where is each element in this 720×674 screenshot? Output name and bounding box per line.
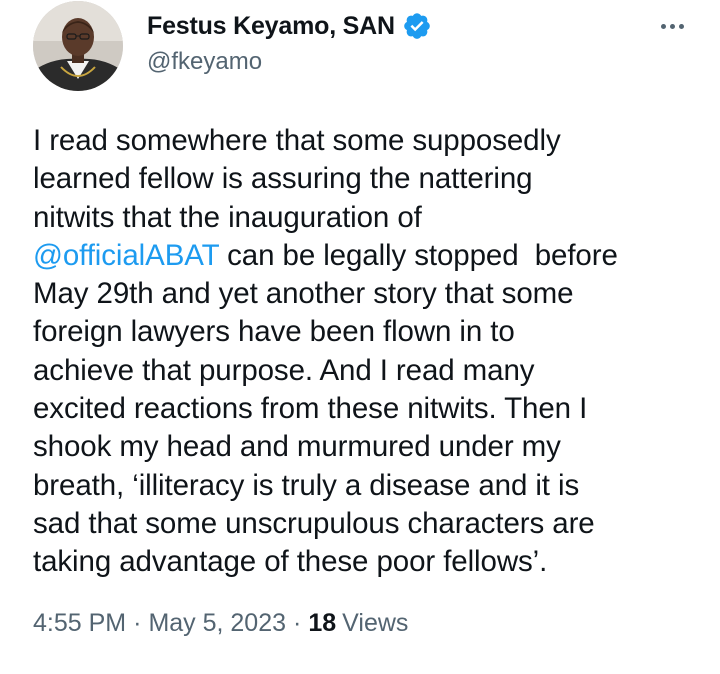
tweet-text-line: shook my head and murmured under my (33, 428, 703, 466)
dot (669, 23, 675, 29)
tweet-text-line: breath, ‘illiteracy is truly a disease a… (33, 467, 703, 505)
tweet-time[interactable]: 4:55 PM (33, 609, 126, 638)
tweet-text-segment: can be legally stopped before (219, 238, 618, 272)
tweet-text-segment: excited reactions from these nitwits. Th… (33, 392, 588, 426)
tweet-text-line: taking advantage of these poor fellows’. (33, 543, 703, 581)
author-name-row: Festus Keyamo, SAN (147, 9, 432, 43)
tweet-text-segment: May 29th and yet another story that some (33, 277, 574, 311)
tweet-text-segment: breath, ‘illiteracy is truly a disease a… (33, 468, 580, 502)
verified-badge-icon[interactable] (402, 11, 432, 41)
tweet-text: I read somewhere that some supposedly lea… (33, 122, 703, 582)
tweet-text-segment: sad that some unscrupulous characters ar… (33, 506, 595, 540)
author-handle[interactable]: @fkeyamo (147, 48, 262, 76)
tweet-card: Festus Keyamo, SAN @fkeyamo I read somew… (0, 0, 720, 674)
tweet-text-line: sad that some unscrupulous characters ar… (33, 505, 703, 543)
tweet-text-segment: I read somewhere that some supposedly (33, 124, 561, 157)
more-options-icon[interactable] (654, 14, 690, 38)
views-count: 18 (308, 609, 337, 637)
tweet-text-line: foreign lawyers have been flown in to (33, 313, 703, 351)
tweet-text-line: I read somewhere that some supposedly (33, 122, 703, 160)
mention-link[interactable]: @officialABAT (33, 239, 219, 272)
tweet-date[interactable]: May 5, 2023 (148, 609, 286, 638)
tweet-text-segment: taking advantage of these poor fellows’. (33, 545, 548, 579)
tweet-text-line: @officialABAT can be legally stopped bef… (33, 237, 703, 275)
views-label[interactable]: Views (342, 609, 408, 638)
tweet-text-segment: shook my head and murmured under my (33, 430, 561, 464)
meta-separator: · (293, 609, 302, 637)
tweet-text-segment: learned fellow is assuring the nattering (33, 162, 533, 196)
dot (678, 23, 684, 29)
tweet-text-line: achieve that purpose. And I read many (33, 352, 703, 390)
tweet-text-line: excited reactions from these nitwits. Th… (33, 390, 703, 428)
avatar-image (33, 1, 123, 91)
meta-separator: · (133, 609, 142, 637)
tweet-text-segment: foreign lawyers have been flown in to (33, 315, 515, 349)
tweet-text-line: May 29th and yet another story that some (33, 275, 703, 313)
tweet-text-line: learned fellow is assuring the nattering (33, 160, 703, 198)
author-avatar[interactable] (33, 1, 123, 91)
dot (660, 23, 666, 29)
author-display-name[interactable]: Festus Keyamo, SAN (147, 12, 395, 41)
tweet-text-segment: nitwits that the inauguration of (33, 200, 422, 234)
tweet-text-line: nitwits that the inauguration of (33, 199, 703, 237)
tweet-meta: 4:55 PM · May 5, 2023 · 18 Views (33, 609, 408, 638)
tweet-text-segment: achieve that purpose. And I read many (33, 353, 535, 387)
